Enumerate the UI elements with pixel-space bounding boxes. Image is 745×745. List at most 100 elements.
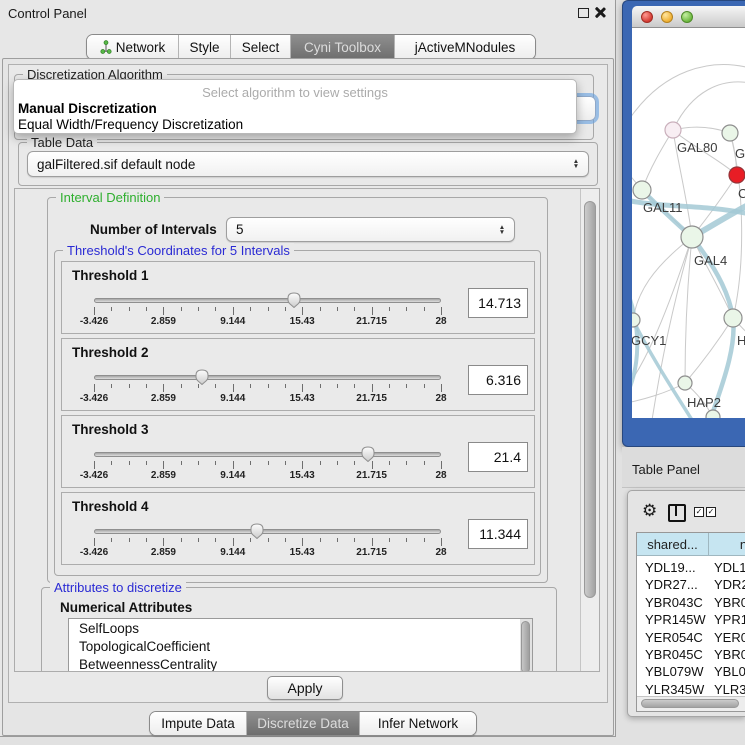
network-node-gal4[interactable] <box>681 226 703 248</box>
attribute-item[interactable]: SelfLoops <box>69 619 532 637</box>
slider-tick <box>354 307 355 311</box>
network-edge[interactable] <box>673 82 745 130</box>
scrollbar-thumb[interactable] <box>584 201 596 598</box>
threshold-slider-track[interactable] <box>94 298 441 303</box>
table-cell-name[interactable]: YER0... <box>714 630 745 645</box>
slider-tick <box>250 461 251 465</box>
slider-tick <box>389 461 390 465</box>
tab-style[interactable]: Style <box>179 35 231 59</box>
slider-tick <box>94 538 95 546</box>
network-node-gcy1[interactable] <box>632 313 640 327</box>
table-cell-name[interactable]: YDL1... <box>714 560 745 575</box>
table-cell-shared[interactable]: YBR045C <box>645 647 703 662</box>
network-edge[interactable] <box>632 65 745 124</box>
tab-discretize-data[interactable]: Discretize Data <box>247 712 360 735</box>
table-cell-name[interactable]: YBR0... <box>714 647 745 662</box>
checkbox-icon[interactable]: ✓ <box>706 507 716 517</box>
slider-tick <box>285 461 286 465</box>
threshold-value-field[interactable]: 6.316 <box>468 365 528 395</box>
threshold-value-field[interactable]: 21.4 <box>468 442 528 472</box>
gear-icon[interactable]: ⚙ <box>642 502 657 520</box>
split-columns-icon[interactable] <box>668 504 686 522</box>
table-cell-shared[interactable]: YLR345W <box>645 682 704 697</box>
threshold-slider-thumb[interactable] <box>194 368 210 385</box>
tab-label: Infer Network <box>378 716 458 731</box>
tab-select[interactable]: Select <box>231 35 291 59</box>
threshold-box-3: Threshold 3 -3.4262.8599.14415.4321.7152… <box>61 415 535 488</box>
close-traffic-light[interactable] <box>641 11 653 23</box>
slider-tick <box>94 384 95 392</box>
tab-impute-data[interactable]: Impute Data <box>150 712 247 735</box>
slider-tick-label: 2.859 <box>151 470 176 481</box>
network-canvas[interactable]: GAL80GACGAL11GAL4GCY1HHAP2 <box>632 28 745 418</box>
column-header-name[interactable]: na... <box>709 533 745 556</box>
threshold-slider-track[interactable] <box>94 375 441 380</box>
tab-jactivemnodules[interactable]: jActiveMNodules <box>395 35 535 59</box>
threshold-slider-thumb[interactable] <box>249 522 265 539</box>
zoom-traffic-light[interactable] <box>681 11 693 23</box>
table-cell-shared[interactable]: YDR27... <box>645 577 698 592</box>
tab-infer-network[interactable]: Infer Network <box>360 712 476 735</box>
group-title: Threshold's Coordinates for 5 Intervals <box>63 243 294 258</box>
network-edge[interactable] <box>633 237 692 320</box>
group-title: Interval Definition <box>56 190 164 205</box>
slider-tick-label: 15.43 <box>290 470 315 481</box>
table-cell-name[interactable]: YDR2... <box>714 577 745 592</box>
network-node-gal80[interactable] <box>665 122 681 138</box>
float-window-icon[interactable] <box>578 8 589 18</box>
network-node-h-node[interactable] <box>724 309 742 327</box>
network-node-node-bottom[interactable] <box>706 410 720 418</box>
control-panel-titlebar[interactable]: Control Panel <box>0 0 616 26</box>
slider-tick-label: 9.144 <box>220 470 245 481</box>
slider-tick <box>146 384 147 388</box>
slider-tick <box>337 538 338 542</box>
table-cell-shared[interactable]: YER054C <box>645 630 703 645</box>
network-node-label: C <box>738 186 745 201</box>
slider-tick <box>354 461 355 465</box>
network-edge[interactable] <box>692 237 733 318</box>
checkbox-icon[interactable]: ✓ <box>694 507 704 517</box>
scrollbar-thumb[interactable] <box>641 699 739 708</box>
number-of-intervals-label: Number of Intervals <box>90 222 217 237</box>
apply-button[interactable]: Apply <box>267 676 343 700</box>
scrollbar-thumb[interactable] <box>521 621 530 671</box>
numerical-attributes-list[interactable]: SelfLoopsTopologicalCoefficientBetweenne… <box>68 618 533 671</box>
table-cell-name[interactable]: YPR1... <box>714 612 745 627</box>
attribute-item[interactable]: BetweennessCentrality <box>69 655 532 671</box>
close-icon[interactable] <box>595 7 606 18</box>
threshold-slider-track[interactable] <box>94 452 441 457</box>
network-window-titlebar[interactable] <box>632 6 745 28</box>
tab-cyni-toolbox[interactable]: Cyni Toolbox <box>291 35 395 59</box>
tab-network[interactable]: Network <box>87 35 179 59</box>
threshold-slider-thumb[interactable] <box>360 445 376 462</box>
network-edge[interactable] <box>642 130 673 190</box>
threshold-value-field[interactable]: 14.713 <box>468 288 528 318</box>
network-node-red-node[interactable] <box>729 167 745 183</box>
column-header-shared[interactable]: shared... <box>637 533 709 556</box>
threshold-slider-thumb[interactable] <box>286 291 302 308</box>
popup-item-equal-width-frequency[interactable]: Equal Width/Frequency Discretization <box>18 117 243 132</box>
network-node-node-top-right[interactable] <box>722 125 738 141</box>
table-cell-name[interactable]: YBL0... <box>714 664 745 679</box>
attributes-list-scrollbar[interactable] <box>520 619 532 671</box>
threshold-value-field[interactable]: 11.344 <box>468 519 528 549</box>
table-cell-shared[interactable]: YPR145W <box>645 612 706 627</box>
table-hscrollbar[interactable] <box>637 696 745 711</box>
table-cell-shared[interactable]: YBL079W <box>645 664 704 679</box>
table-cell-name[interactable]: YBR0... <box>714 595 745 610</box>
popup-item-manual-discretization[interactable]: Manual Discretization <box>18 101 157 116</box>
tab-label: Discretize Data <box>257 716 349 731</box>
table-cell-shared[interactable]: YDL19... <box>645 560 696 575</box>
settings-scrollbar[interactable] <box>580 189 599 671</box>
network-node-hap2[interactable] <box>678 376 692 390</box>
table-cell-name[interactable]: YLR3... <box>714 682 745 697</box>
network-node-gal11[interactable] <box>633 181 651 199</box>
number-of-intervals-combo[interactable]: 5 ▲▼ <box>226 217 515 242</box>
slider-tick-label: 28 <box>435 547 446 558</box>
table-cell-shared[interactable]: YBR043C <box>645 595 703 610</box>
node-table[interactable]: shared... na... YDL19... YDL1... YDR27...… <box>636 532 745 712</box>
minimize-traffic-light[interactable] <box>661 11 673 23</box>
attribute-item[interactable]: TopologicalCoefficient <box>69 637 532 655</box>
table-data-combo[interactable]: galFiltered.sif default node ▲▼ <box>27 151 589 177</box>
threshold-slider-track[interactable] <box>94 529 441 534</box>
